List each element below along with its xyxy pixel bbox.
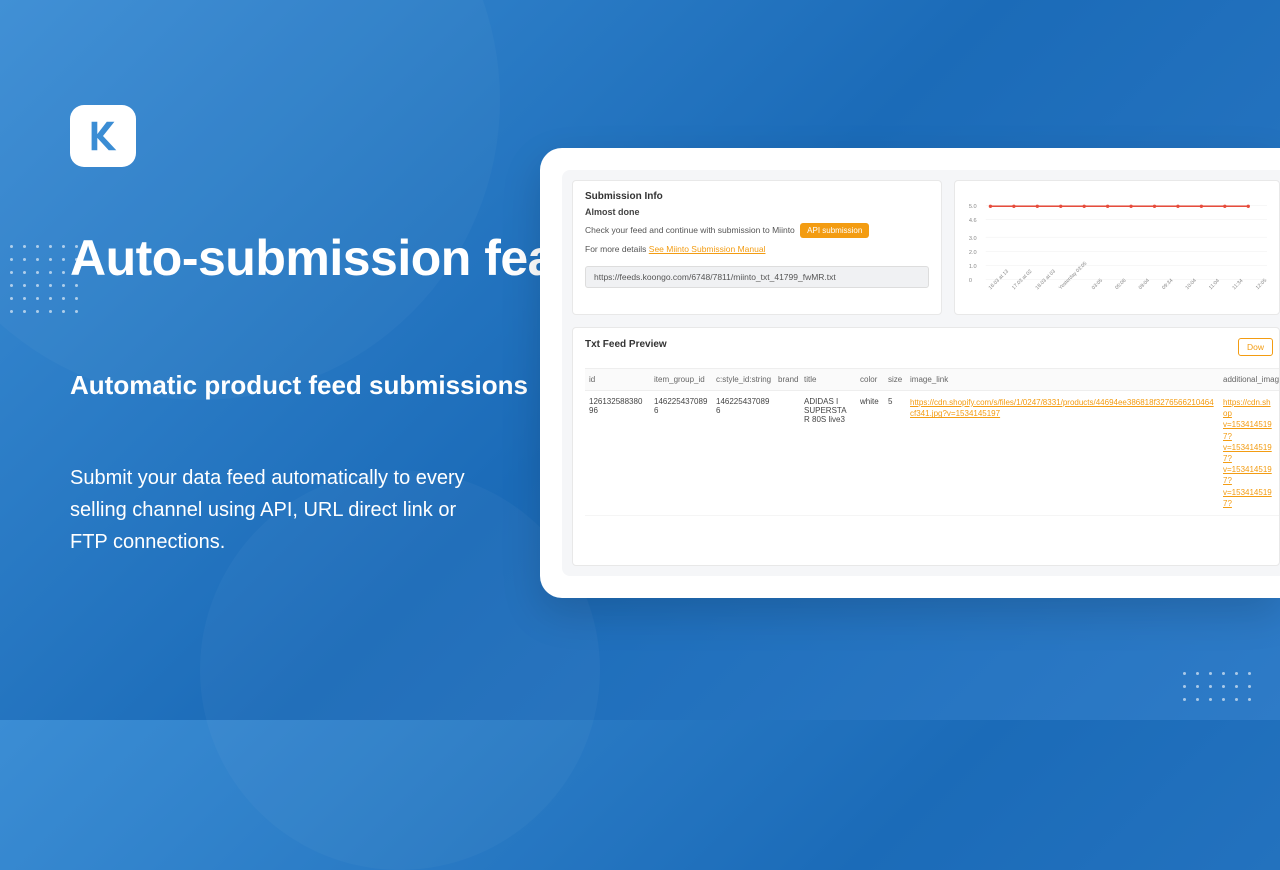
svg-text:4.6: 4.6 [969, 218, 977, 224]
submission-details-text: For more details See Miinto Submission M… [585, 244, 929, 254]
svg-text:11:34: 11:34 [1231, 278, 1244, 291]
additional-link[interactable]: v=1534145197? [1223, 419, 1275, 441]
table-header-row: id item_group_id c:style_id:string brand… [585, 369, 1279, 391]
cell-size: 5 [884, 391, 906, 516]
col-size: size [884, 369, 906, 391]
svg-text:03:05: 03:05 [1091, 278, 1104, 291]
cell-additional-images: https://cdn.shop v=1534145197? v=1534145… [1219, 391, 1279, 516]
brand-logo [70, 105, 136, 167]
cell-title: ADIDAS I SUPERSTAR 80S live3 [800, 391, 856, 516]
feed-preview-table: id item_group_id c:style_id:string brand… [585, 368, 1279, 516]
cell-id: 12613258838096 [585, 391, 650, 516]
cell-brand [774, 391, 800, 516]
image-link[interactable]: https://cdn.shopify.com/s/files/1/0247/8… [910, 397, 1215, 419]
manual-link[interactable]: See Miinto Submission Manual [649, 244, 766, 254]
app-mockup-frame: Submission Info Almost done Check your f… [540, 148, 1280, 598]
col-item-group: item_group_id [650, 369, 712, 391]
svg-text:09:04: 09:04 [1138, 278, 1151, 291]
col-additional: additional_imag [1219, 369, 1279, 391]
col-id: id [585, 369, 650, 391]
table-row: 12613258838096 1462254370896 14622543708… [585, 391, 1279, 516]
metrics-chart-card: 5.0 4.6 3.0 2.0 1.0 0 [954, 180, 1280, 315]
svg-text:05:06: 05:06 [1114, 278, 1127, 291]
additional-link[interactable]: https://cdn.shop [1223, 397, 1275, 419]
feed-url-input[interactable] [585, 266, 929, 288]
additional-link[interactable]: v=1534145197? [1223, 442, 1275, 464]
svg-text:2.0: 2.0 [969, 250, 977, 256]
download-button[interactable]: Dow [1238, 338, 1273, 356]
svg-text:11:04: 11:04 [1208, 278, 1221, 291]
svg-text:12:05: 12:05 [1255, 278, 1267, 291]
submission-status: Almost done [585, 207, 929, 217]
svg-text:5.0: 5.0 [969, 204, 977, 210]
submission-info-card: Submission Info Almost done Check your f… [572, 180, 942, 315]
col-color: color [856, 369, 884, 391]
line-chart: 5.0 4.6 3.0 2.0 1.0 0 [967, 191, 1267, 304]
col-title: title [800, 369, 856, 391]
svg-text:10:04: 10:04 [1184, 278, 1197, 291]
k-logo-icon [84, 117, 122, 155]
api-submission-button[interactable]: API submission [800, 223, 869, 238]
additional-link[interactable]: v=1534145197? [1223, 464, 1275, 486]
submission-check-text: Check your feed and continue with submis… [585, 223, 929, 238]
svg-text:09:34: 09:34 [1161, 278, 1174, 291]
hero-body: Submit your data feed automatically to e… [70, 462, 490, 558]
preview-title: Txt Feed Preview [585, 339, 667, 350]
svg-text:18.03 at 03: 18.03 at 03 [1034, 269, 1057, 292]
hero-subhead: Automatic product feed submissions [70, 369, 528, 403]
svg-text:1.0: 1.0 [969, 264, 977, 270]
svg-text:3.0: 3.0 [969, 236, 977, 242]
additional-link[interactable]: v=1534145197? [1223, 487, 1275, 509]
cell-color: white [856, 391, 884, 516]
svg-text:17.03 at 02: 17.03 at 02 [1011, 269, 1034, 292]
cell-style-id: 1462254370896 [712, 391, 774, 516]
cell-item-group: 1462254370896 [650, 391, 712, 516]
decorative-dots-right [1183, 672, 1255, 705]
col-brand: brand [774, 369, 800, 391]
feed-preview-card: Txt Feed Preview Dow id item_group_id c:… [572, 327, 1280, 566]
svg-text:16.03 at 13: 16.03 at 13 [988, 269, 1011, 292]
svg-text:0: 0 [969, 278, 972, 284]
col-style-id: c:style_id:string [712, 369, 774, 391]
col-image-link: image_link [906, 369, 1219, 391]
submission-title: Submission Info [585, 191, 929, 202]
cell-image-link: https://cdn.shopify.com/s/files/1/0247/8… [906, 391, 1219, 516]
